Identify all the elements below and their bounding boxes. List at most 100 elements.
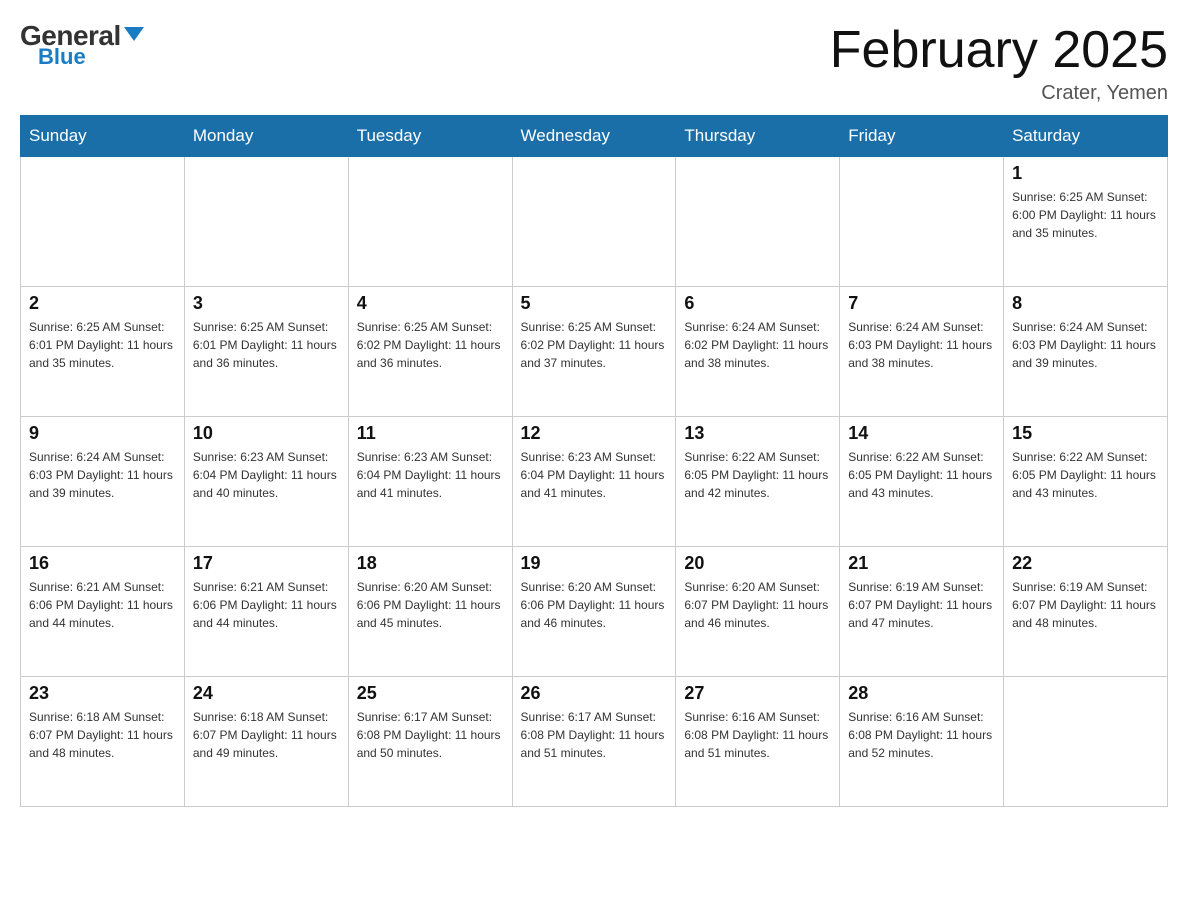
- location-label: Crater, Yemen: [830, 82, 1168, 105]
- day-cell: [1004, 677, 1168, 807]
- weekday-header-thursday: Thursday: [676, 116, 840, 157]
- day-number: 26: [521, 683, 668, 704]
- day-info: Sunrise: 6:24 AM Sunset: 6:02 PM Dayligh…: [684, 318, 831, 372]
- day-number: 15: [1012, 423, 1159, 444]
- day-info: Sunrise: 6:25 AM Sunset: 6:00 PM Dayligh…: [1012, 188, 1159, 242]
- day-info: Sunrise: 6:22 AM Sunset: 6:05 PM Dayligh…: [848, 448, 995, 502]
- day-number: 2: [29, 293, 176, 314]
- day-number: 20: [684, 553, 831, 574]
- day-cell: 17 Sunrise: 6:21 AM Sunset: 6:06 PM Dayli…: [184, 547, 348, 677]
- day-info: Sunrise: 6:24 AM Sunset: 6:03 PM Dayligh…: [848, 318, 995, 372]
- day-cell: [21, 157, 185, 287]
- day-info: Sunrise: 6:25 AM Sunset: 6:02 PM Dayligh…: [357, 318, 504, 372]
- day-cell: [676, 157, 840, 287]
- weekday-header-friday: Friday: [840, 116, 1004, 157]
- day-cell: [348, 157, 512, 287]
- day-number: 28: [848, 683, 995, 704]
- title-area: February 2025 Crater, Yemen: [830, 20, 1168, 105]
- day-info: Sunrise: 6:18 AM Sunset: 6:07 PM Dayligh…: [193, 708, 340, 762]
- day-info: Sunrise: 6:19 AM Sunset: 6:07 PM Dayligh…: [1012, 578, 1159, 632]
- day-number: 25: [357, 683, 504, 704]
- day-number: 3: [193, 293, 340, 314]
- day-number: 7: [848, 293, 995, 314]
- day-number: 6: [684, 293, 831, 314]
- day-info: Sunrise: 6:23 AM Sunset: 6:04 PM Dayligh…: [193, 448, 340, 502]
- weekday-header-wednesday: Wednesday: [512, 116, 676, 157]
- day-cell: 11Sunrise: 6:23 AM Sunset: 6:04 PM Dayli…: [348, 417, 512, 547]
- calendar-body: 1 Sunrise: 6:25 AM Sunset: 6:00 PM Daylig…: [21, 157, 1168, 807]
- week-row-1: 1 Sunrise: 6:25 AM Sunset: 6:00 PM Daylig…: [21, 157, 1168, 287]
- logo-triangle-icon: [124, 27, 144, 41]
- page-header: General Blue February 2025 Crater, Yemen: [20, 20, 1168, 105]
- day-info: Sunrise: 6:21 AM Sunset: 6:06 PM Dayligh…: [193, 578, 340, 632]
- day-number: 9: [29, 423, 176, 444]
- day-info: Sunrise: 6:19 AM Sunset: 6:07 PM Dayligh…: [848, 578, 995, 632]
- day-number: 8: [1012, 293, 1159, 314]
- day-info: Sunrise: 6:24 AM Sunset: 6:03 PM Dayligh…: [1012, 318, 1159, 372]
- day-info: Sunrise: 6:17 AM Sunset: 6:08 PM Dayligh…: [521, 708, 668, 762]
- day-cell: [184, 157, 348, 287]
- day-number: 16: [29, 553, 176, 574]
- weekday-header-monday: Monday: [184, 116, 348, 157]
- week-row-4: 16 Sunrise: 6:21 AM Sunset: 6:06 PM Dayli…: [21, 547, 1168, 677]
- day-info: Sunrise: 6:18 AM Sunset: 6:07 PM Dayligh…: [29, 708, 176, 762]
- day-cell: 1 Sunrise: 6:25 AM Sunset: 6:00 PM Daylig…: [1004, 157, 1168, 287]
- logo-blue-text: Blue: [38, 44, 86, 70]
- day-cell: 13Sunrise: 6:22 AM Sunset: 6:05 PM Dayli…: [676, 417, 840, 547]
- day-number: 11: [357, 423, 504, 444]
- day-number: 18: [357, 553, 504, 574]
- calendar-table: SundayMondayTuesdayWednesdayThursdayFrid…: [20, 115, 1168, 807]
- day-info: Sunrise: 6:24 AM Sunset: 6:03 PM Dayligh…: [29, 448, 176, 502]
- day-number: 10: [193, 423, 340, 444]
- day-number: 1: [1012, 163, 1159, 184]
- week-row-3: 9 Sunrise: 6:24 AM Sunset: 6:03 PM Daylig…: [21, 417, 1168, 547]
- week-row-5: 23 Sunrise: 6:18 AM Sunset: 6:07 PM Dayli…: [21, 677, 1168, 807]
- day-number: 14: [848, 423, 995, 444]
- day-cell: [840, 157, 1004, 287]
- day-cell: 22 Sunrise: 6:19 AM Sunset: 6:07 PM Dayli…: [1004, 547, 1168, 677]
- day-cell: 21Sunrise: 6:19 AM Sunset: 6:07 PM Dayli…: [840, 547, 1004, 677]
- day-info: Sunrise: 6:25 AM Sunset: 6:01 PM Dayligh…: [193, 318, 340, 372]
- day-number: 12: [521, 423, 668, 444]
- day-number: 19: [521, 553, 668, 574]
- day-cell: 24 Sunrise: 6:18 AM Sunset: 6:07 PM Dayli…: [184, 677, 348, 807]
- weekday-header-saturday: Saturday: [1004, 116, 1168, 157]
- day-cell: 19 Sunrise: 6:20 AM Sunset: 6:06 PM Dayli…: [512, 547, 676, 677]
- day-number: 5: [521, 293, 668, 314]
- weekday-header-tuesday: Tuesday: [348, 116, 512, 157]
- day-cell: 9 Sunrise: 6:24 AM Sunset: 6:03 PM Daylig…: [21, 417, 185, 547]
- day-cell: 12 Sunrise: 6:23 AM Sunset: 6:04 PM Dayli…: [512, 417, 676, 547]
- day-cell: 6 Sunrise: 6:24 AM Sunset: 6:02 PM Daylig…: [676, 287, 840, 417]
- day-info: Sunrise: 6:25 AM Sunset: 6:01 PM Dayligh…: [29, 318, 176, 372]
- day-info: Sunrise: 6:20 AM Sunset: 6:07 PM Dayligh…: [684, 578, 831, 632]
- day-info: Sunrise: 6:16 AM Sunset: 6:08 PM Dayligh…: [848, 708, 995, 762]
- day-cell: 15 Sunrise: 6:22 AM Sunset: 6:05 PM Dayli…: [1004, 417, 1168, 547]
- day-cell: 28 Sunrise: 6:16 AM Sunset: 6:08 PM Dayli…: [840, 677, 1004, 807]
- day-info: Sunrise: 6:22 AM Sunset: 6:05 PM Dayligh…: [1012, 448, 1159, 502]
- day-number: 24: [193, 683, 340, 704]
- day-number: 17: [193, 553, 340, 574]
- day-number: 22: [1012, 553, 1159, 574]
- day-cell: 7 Sunrise: 6:24 AM Sunset: 6:03 PM Daylig…: [840, 287, 1004, 417]
- week-row-2: 2 Sunrise: 6:25 AM Sunset: 6:01 PM Daylig…: [21, 287, 1168, 417]
- day-cell: 2 Sunrise: 6:25 AM Sunset: 6:01 PM Daylig…: [21, 287, 185, 417]
- day-info: Sunrise: 6:17 AM Sunset: 6:08 PM Dayligh…: [357, 708, 504, 762]
- day-info: Sunrise: 6:25 AM Sunset: 6:02 PM Dayligh…: [521, 318, 668, 372]
- day-number: 23: [29, 683, 176, 704]
- day-info: Sunrise: 6:20 AM Sunset: 6:06 PM Dayligh…: [521, 578, 668, 632]
- day-cell: 8 Sunrise: 6:24 AM Sunset: 6:03 PM Daylig…: [1004, 287, 1168, 417]
- day-cell: 18Sunrise: 6:20 AM Sunset: 6:06 PM Dayli…: [348, 547, 512, 677]
- day-cell: 10 Sunrise: 6:23 AM Sunset: 6:04 PM Dayli…: [184, 417, 348, 547]
- day-info: Sunrise: 6:23 AM Sunset: 6:04 PM Dayligh…: [521, 448, 668, 502]
- day-number: 27: [684, 683, 831, 704]
- calendar-header: SundayMondayTuesdayWednesdayThursdayFrid…: [21, 116, 1168, 157]
- day-cell: 20 Sunrise: 6:20 AM Sunset: 6:07 PM Dayli…: [676, 547, 840, 677]
- weekday-header-row: SundayMondayTuesdayWednesdayThursdayFrid…: [21, 116, 1168, 157]
- day-info: Sunrise: 6:21 AM Sunset: 6:06 PM Dayligh…: [29, 578, 176, 632]
- day-number: 13: [684, 423, 831, 444]
- day-cell: 26 Sunrise: 6:17 AM Sunset: 6:08 PM Dayli…: [512, 677, 676, 807]
- day-cell: [512, 157, 676, 287]
- day-cell: 25 Sunrise: 6:17 AM Sunset: 6:08 PM Dayli…: [348, 677, 512, 807]
- day-cell: 14 Sunrise: 6:22 AM Sunset: 6:05 PM Dayli…: [840, 417, 1004, 547]
- day-cell: 23 Sunrise: 6:18 AM Sunset: 6:07 PM Dayli…: [21, 677, 185, 807]
